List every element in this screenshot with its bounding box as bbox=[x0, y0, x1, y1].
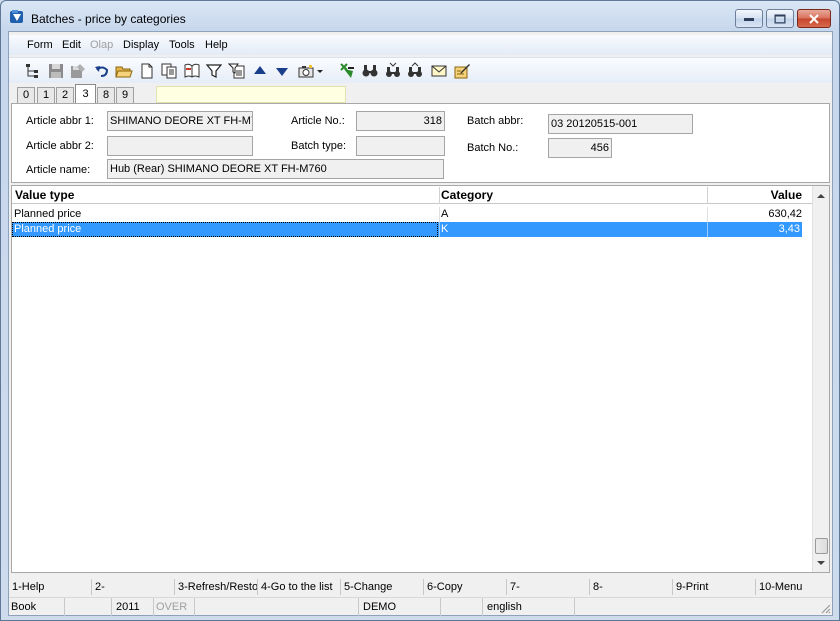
notepad-icon[interactable] bbox=[453, 62, 471, 80]
header-form: Article abbr 1: SHIMANO DEORE XT FH-M760… bbox=[11, 103, 830, 183]
dropdown-arrow-icon[interactable] bbox=[316, 62, 324, 80]
find-icon[interactable] bbox=[361, 62, 379, 80]
window-content: Form Edit Olap Display Tools Help 0 1 2 … bbox=[8, 31, 833, 616]
status-overwrite: OVER bbox=[154, 598, 195, 616]
window-title: Batches - price by categories bbox=[31, 12, 186, 26]
article-abbr2-field[interactable] bbox=[107, 136, 253, 156]
menu-olap[interactable]: Olap bbox=[90, 39, 113, 51]
tree-icon[interactable] bbox=[24, 62, 42, 80]
article-no-label: Article No.: bbox=[291, 115, 345, 127]
status-bar: Book 2011 OVER DEMO english bbox=[9, 597, 832, 616]
resize-grip-icon[interactable] bbox=[819, 602, 831, 614]
arrow-down-icon[interactable] bbox=[273, 62, 291, 80]
cell-value: 630,42 bbox=[768, 208, 802, 220]
batch-abbr-field[interactable]: 03 20120515-001 bbox=[548, 114, 693, 134]
open-folder-icon[interactable] bbox=[115, 62, 133, 80]
new-document-icon[interactable] bbox=[138, 62, 156, 80]
cell-value-type: Planned price bbox=[14, 208, 82, 220]
title-bar[interactable]: Batches - price by categories bbox=[1, 1, 839, 31]
article-name-field[interactable]: Hub (Rear) SHIMANO DEORE XT FH-M760 bbox=[107, 159, 444, 179]
undo-icon[interactable] bbox=[93, 62, 111, 80]
tab-0[interactable]: 0 bbox=[17, 87, 35, 104]
close-button[interactable] bbox=[797, 9, 831, 28]
add-green-icon[interactable] bbox=[338, 62, 356, 80]
find-previous-icon[interactable] bbox=[406, 62, 424, 80]
scroll-thumb[interactable] bbox=[815, 538, 828, 554]
menu-help[interactable]: Help bbox=[205, 39, 228, 51]
fkey-8[interactable]: 8- bbox=[590, 579, 673, 595]
fkey-2[interactable]: 2- bbox=[92, 579, 175, 595]
scroll-down-icon[interactable] bbox=[813, 555, 829, 571]
maximize-icon bbox=[774, 14, 786, 23]
tab-9[interactable]: 9 bbox=[116, 87, 134, 104]
copy-document-icon[interactable] bbox=[160, 62, 178, 80]
table-row[interactable]: Planned price A 630,42 bbox=[12, 207, 812, 222]
tab-strip: 0 1 2 3 8 9 bbox=[9, 84, 832, 105]
status-database: DEMO bbox=[359, 598, 441, 616]
menu-bar: Form Edit Olap Display Tools Help bbox=[9, 35, 832, 55]
menu-form[interactable]: Form bbox=[27, 39, 53, 51]
maximize-button[interactable] bbox=[766, 9, 794, 28]
column-header-category[interactable]: Category bbox=[441, 188, 493, 202]
tab-2[interactable]: 2 bbox=[56, 87, 74, 104]
minimize-icon bbox=[744, 17, 754, 21]
toolbar bbox=[9, 57, 832, 83]
fkey-6-copy[interactable]: 6-Copy bbox=[424, 579, 507, 595]
article-name-label: Article name: bbox=[26, 164, 91, 176]
status-language: english bbox=[483, 598, 575, 616]
close-icon bbox=[809, 13, 819, 24]
article-abbr2-label: Article abbr 2: bbox=[26, 140, 94, 152]
fkey-4-go-to-list[interactable]: 4-Go to the list bbox=[258, 579, 341, 595]
article-abbr1-field[interactable]: SHIMANO DEORE XT FH-M760 bbox=[107, 111, 253, 131]
batch-type-label: Batch type: bbox=[291, 140, 347, 152]
price-grid[interactable]: Value type Category Value Planned price … bbox=[11, 185, 830, 573]
menu-edit[interactable]: Edit bbox=[62, 39, 81, 51]
cell-value-type: Planned price bbox=[14, 223, 82, 235]
fkey-9-print[interactable]: 9-Print bbox=[673, 579, 756, 595]
vertical-scrollbar[interactable] bbox=[812, 186, 829, 572]
save-as-icon[interactable] bbox=[69, 62, 87, 80]
tab-3[interactable]: 3 bbox=[75, 84, 96, 105]
table-row-selected[interactable]: Planned price K 3,43 bbox=[12, 222, 802, 237]
function-key-bar: 1-Help 2- 3-Refresh/Restore 4-Go to the … bbox=[9, 577, 832, 595]
filter-document-icon[interactable] bbox=[228, 62, 246, 80]
mail-icon[interactable] bbox=[430, 62, 448, 80]
grid-header: Value type Category Value bbox=[12, 186, 812, 204]
main-window: Batches - price by categories Form Edit … bbox=[0, 0, 840, 621]
app-icon bbox=[9, 9, 25, 25]
minimize-button[interactable] bbox=[735, 9, 763, 28]
fkey-1-help[interactable]: 1-Help bbox=[9, 579, 92, 595]
arrow-up-icon[interactable] bbox=[251, 62, 269, 80]
batch-no-label: Batch No.: bbox=[467, 142, 519, 154]
menu-tools[interactable]: Tools bbox=[169, 39, 195, 51]
batch-no-field[interactable]: 456 bbox=[548, 138, 612, 158]
batch-abbr-label: Batch abbr: bbox=[467, 115, 524, 127]
find-next-icon[interactable] bbox=[384, 62, 402, 80]
fkey-10-menu[interactable]: 10-Menu bbox=[756, 579, 832, 595]
filter-icon[interactable] bbox=[205, 62, 223, 80]
book-icon[interactable] bbox=[183, 62, 201, 80]
column-header-value[interactable]: Value bbox=[771, 188, 802, 202]
article-no-field[interactable]: 318 bbox=[356, 111, 445, 131]
quick-search-field[interactable] bbox=[156, 86, 346, 103]
batch-type-field[interactable] bbox=[356, 136, 445, 156]
fkey-5-change[interactable]: 5-Change bbox=[341, 579, 424, 595]
status-year: 2011 bbox=[112, 598, 154, 616]
cell-value: 3,43 bbox=[778, 223, 800, 235]
tab-1[interactable]: 1 bbox=[37, 87, 55, 104]
fkey-3-refresh[interactable]: 3-Refresh/Restore bbox=[175, 579, 258, 595]
save-icon[interactable] bbox=[47, 62, 65, 80]
menu-display[interactable]: Display bbox=[123, 39, 159, 51]
cell-category: K bbox=[441, 223, 449, 235]
cell-category: A bbox=[441, 208, 449, 220]
camera-icon[interactable] bbox=[297, 62, 315, 80]
fkey-7[interactable]: 7- bbox=[507, 579, 590, 595]
tab-8[interactable]: 8 bbox=[97, 87, 115, 104]
scroll-up-icon[interactable] bbox=[813, 188, 829, 204]
column-header-value-type[interactable]: Value type bbox=[15, 188, 74, 202]
article-abbr1-label: Article abbr 1: bbox=[26, 115, 94, 127]
status-mode: Book bbox=[9, 598, 65, 616]
